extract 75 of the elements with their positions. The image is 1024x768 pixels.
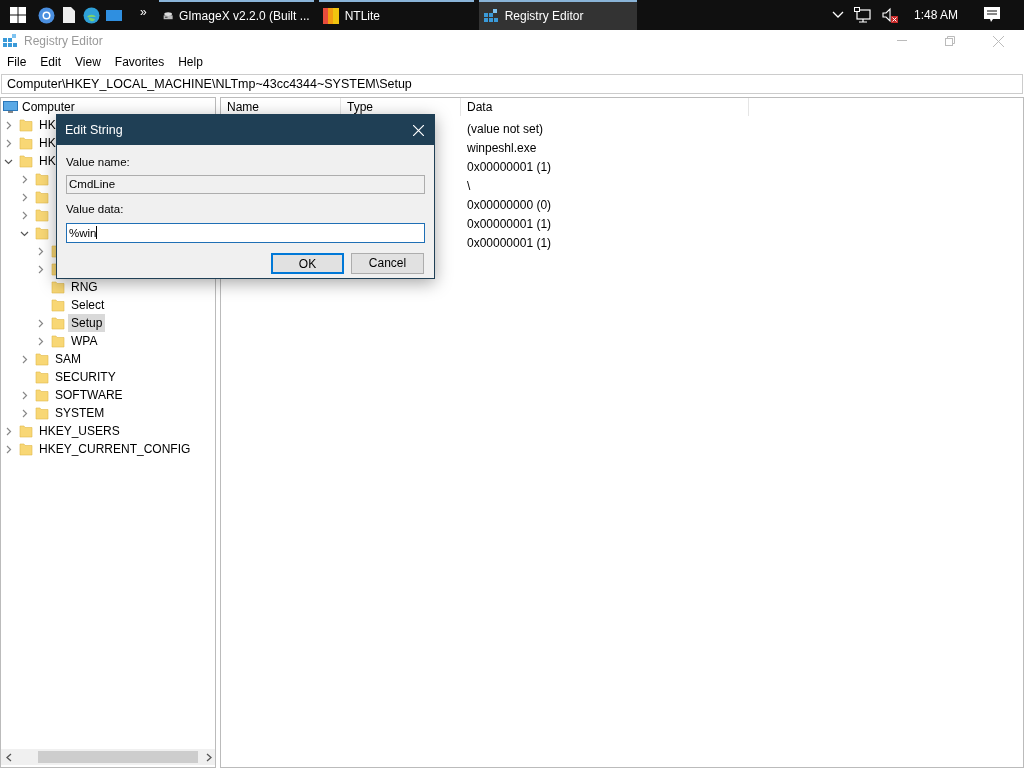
- folder-icon: [35, 406, 49, 420]
- field-label: Value data:: [66, 202, 125, 218]
- tree-item[interactable]: SAM: [52, 350, 84, 368]
- tree-item[interactable]: HK: [36, 116, 59, 134]
- muted-speaker-icon[interactable]: [881, 7, 898, 23]
- folder-icon: [35, 388, 49, 402]
- edge-browser-icon[interactable]: [83, 6, 100, 24]
- tree-item[interactable]: SOFTWARE: [52, 386, 126, 404]
- tree-item[interactable]: Setup: [68, 314, 106, 332]
- scroll-right-icon[interactable]: [206, 752, 213, 762]
- window-title: Registry Editor: [24, 33, 103, 50]
- scrollbar-thumb[interactable]: [38, 751, 198, 763]
- menu-item[interactable]: Help: [171, 53, 210, 71]
- dialog-button[interactable]: Cancel: [351, 252, 424, 274]
- folder-icon: [19, 154, 33, 168]
- scroll-left-icon[interactable]: [5, 752, 12, 762]
- taskbar-button[interactable]: Registry Editor: [478, 0, 637, 30]
- data-cell-text: winpeshl.exe: [467, 140, 538, 157]
- clock-time[interactable]: 1:48 AM: [913, 6, 958, 24]
- value-data-field[interactable]: %win: [66, 222, 425, 243]
- horizontal-scrollbar[interactable]: [1, 749, 215, 765]
- data-cell-text: 0x00000001 (1): [467, 216, 553, 233]
- colored-squares-icon: [322, 8, 339, 24]
- restore-icon[interactable]: [945, 36, 955, 46]
- windows-logo-icon[interactable]: [10, 7, 26, 23]
- folder-icon: [19, 118, 33, 132]
- tree-item[interactable]: RNG: [68, 278, 101, 296]
- data-cell-text: 0x00000000 (0): [467, 197, 553, 214]
- folder-icon: [35, 352, 49, 366]
- data-cell-text: (value not set): [467, 121, 545, 138]
- computer-icon: [3, 100, 18, 114]
- network-icon[interactable]: [853, 7, 872, 23]
- menu-item[interactable]: Favorites: [107, 53, 172, 71]
- folder-icon: [51, 316, 65, 330]
- value-name-field[interactable]: CmdLine: [66, 175, 425, 195]
- dialog-title: Edit String: [65, 121, 123, 139]
- minimize-icon[interactable]: [897, 40, 907, 42]
- folder-icon: [19, 442, 33, 456]
- document-icon[interactable]: [63, 7, 75, 23]
- folder-icon: [19, 424, 33, 438]
- folder-icon: [51, 298, 65, 312]
- overflow-chevrons[interactable]: »: [140, 3, 147, 21]
- field-label: Value name:: [66, 155, 131, 170]
- tree-item[interactable]: HKEY_USERS: [36, 422, 123, 440]
- data-cell-text: \: [467, 178, 472, 195]
- data-cell-text: 0x00000001 (1): [467, 159, 553, 176]
- chevron-up-icon[interactable]: [831, 11, 844, 19]
- tree-item[interactable]: Select: [68, 296, 108, 314]
- tree-item[interactable]: SECURITY: [52, 368, 119, 386]
- menu-item[interactable]: Edit: [33, 53, 69, 71]
- notification-icon[interactable]: [984, 7, 1000, 23]
- column-header[interactable]: Data: [461, 98, 749, 116]
- monitor-icon[interactable]: [106, 8, 122, 22]
- folder-icon: [35, 370, 49, 384]
- tree-item[interactable]: SYSTEM: [52, 404, 108, 422]
- folder-icon: [35, 226, 49, 240]
- tree-item[interactable]: WPA: [68, 332, 101, 350]
- menu-item[interactable]: File: [0, 53, 34, 71]
- folder-icon: [19, 136, 33, 150]
- folder-icon: [51, 280, 65, 294]
- tree-item[interactable]: HK: [36, 134, 59, 152]
- browser-circle-icon[interactable]: [38, 6, 55, 24]
- data-cell-text: 0x00000001 (1): [467, 235, 553, 252]
- tree-item[interactable]: Computer: [21, 98, 76, 116]
- menu-item[interactable]: View: [68, 53, 108, 71]
- address-bar[interactable]: Computer\HKEY_LOCAL_MACHINE\NLTmp~43cc4344~SYSTEM\Setup: [1, 74, 1023, 94]
- tree-item[interactable]: HKEY_CURRENT_CONFIG: [36, 440, 194, 458]
- dialog-button[interactable]: OK: [271, 252, 344, 274]
- folder-icon: [51, 334, 65, 348]
- registry-icon: [2, 33, 18, 49]
- folder-icon: [35, 208, 49, 222]
- registry-icon: [482, 8, 499, 24]
- tree-item[interactable]: HK: [36, 152, 59, 170]
- folder-icon: [35, 172, 49, 186]
- folder-icon: [35, 190, 49, 204]
